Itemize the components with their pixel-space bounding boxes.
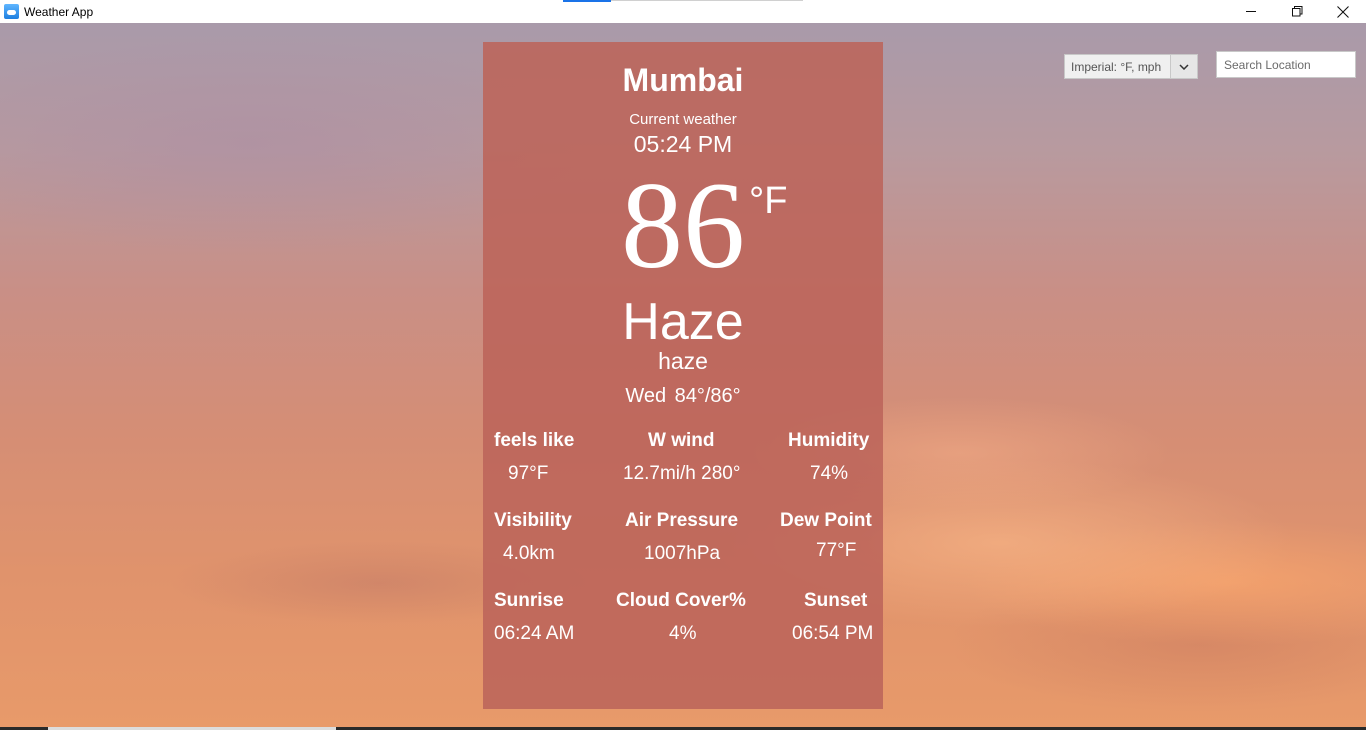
visibility-label: Visibility [494, 510, 572, 531]
sunset-label: Sunset [804, 590, 868, 611]
sunrise-value: 06:24 AM [494, 623, 575, 644]
weather-card: Mumbai Current weather 05:24 PM 86 °F Ha… [483, 42, 883, 709]
feels-like-label: feels like [494, 430, 575, 451]
cloud-cover-value: 4% [669, 623, 697, 644]
search-location-input[interactable] [1216, 51, 1356, 78]
window-title: Weather App [24, 4, 94, 19]
tab-active-indicator [563, 0, 611, 2]
air-pressure-value: 1007hPa [644, 543, 721, 564]
minimize-icon [1245, 11, 1256, 12]
dew-point-label: Dew Point [780, 510, 872, 531]
weather-app-icon [4, 4, 19, 19]
weather-condition: Haze [622, 293, 744, 351]
title-bar: Weather App [0, 0, 1366, 23]
window-controls [1228, 0, 1366, 23]
humidity-label: Humidity [788, 430, 870, 451]
cloud-cover-label: Cloud Cover% [616, 590, 746, 611]
close-icon [1337, 5, 1349, 18]
dew-point-value: 77°F [816, 540, 857, 561]
feels-like-value: 97°F [508, 463, 549, 484]
restore-icon [1291, 6, 1302, 17]
wind-label: W wind [648, 430, 715, 451]
chevron-down-icon[interactable] [1170, 55, 1197, 78]
app-window: Weather App Imperial: °F, mph Search Loc… [0, 0, 1366, 730]
weather-condition-description: haze [658, 348, 708, 374]
air-pressure-label: Air Pressure [625, 510, 739, 531]
restore-button[interactable] [1274, 0, 1320, 23]
day-temperature-range: Wed 84°/86° [625, 385, 741, 407]
temperature-unit: °F [749, 180, 788, 222]
sunset-value: 06:54 PM [792, 623, 874, 644]
unit-select-value: Imperial: °F, mph [1071, 59, 1162, 74]
wind-value: 12.7mi/h 280° [623, 463, 741, 484]
close-button[interactable] [1320, 0, 1366, 23]
temperature-value: 86 [621, 157, 745, 294]
city-name: Mumbai [622, 62, 744, 98]
current-time: 05:24 PM [633, 131, 733, 157]
visibility-value: 4.0km [503, 543, 555, 564]
current-weather-label: Current weather [629, 111, 737, 128]
sunrise-label: Sunrise [494, 590, 564, 611]
unit-select[interactable]: Imperial: °F, mph [1064, 54, 1198, 79]
humidity-value: 74% [810, 463, 849, 484]
minimize-button[interactable] [1228, 0, 1274, 23]
